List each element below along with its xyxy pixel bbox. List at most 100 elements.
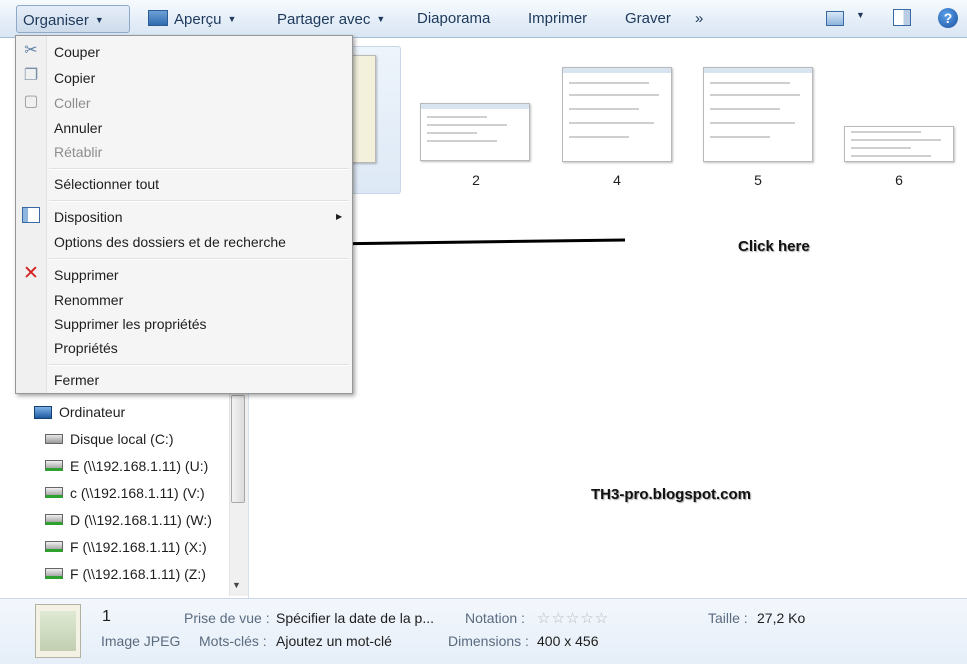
nav-item-label: D (\\192.168.1.11) (W:)	[70, 512, 212, 528]
menu-item-properties[interactable]: Propriétés	[54, 337, 118, 359]
menu-item-copy[interactable]: Copier	[54, 67, 95, 89]
burn-button[interactable]: Graver	[619, 5, 677, 33]
tags-label: Mots-clés :	[199, 633, 267, 649]
details-file-type: Image JPEG	[101, 633, 181, 649]
arrow-shaft	[321, 238, 626, 246]
nav-item-drive-c[interactable]: Disque local (C:)	[45, 428, 173, 450]
nav-item-drive-v[interactable]: c (\\192.168.1.11) (V:)	[45, 482, 205, 504]
menu-item-folder-options[interactable]: Options des dossiers et de recherche	[54, 231, 286, 253]
nav-item-label: Disque local (C:)	[70, 431, 174, 447]
nav-item-label: c (\\192.168.1.11) (V:)	[70, 485, 205, 501]
change-view-icon[interactable]	[826, 11, 844, 26]
file-name-label[interactable]: 5	[728, 172, 788, 188]
details-thumbnail	[35, 604, 81, 658]
menu-separator	[49, 364, 349, 366]
thumbnail-line	[427, 124, 507, 126]
dimensions-label: Dimensions :	[448, 633, 529, 649]
tags-value[interactable]: Ajoutez un mot-clé	[276, 633, 392, 649]
layout-icon	[22, 207, 40, 223]
chevron-down-icon: ▼	[227, 14, 237, 24]
thumbnail-titlebar	[421, 104, 529, 109]
chevron-down-icon: ▼	[376, 14, 386, 24]
thumbnail-line	[710, 122, 795, 124]
scroll-down-icon[interactable]: ▼	[232, 580, 241, 590]
details-thumbnail-image	[40, 611, 76, 651]
nav-scrollbar-thumb[interactable]	[231, 395, 245, 503]
menu-item-rename[interactable]: Renommer	[54, 289, 123, 311]
thumbnail-titlebar	[563, 68, 671, 73]
nav-item-label: E (\\192.168.1.11) (U:)	[70, 458, 209, 474]
help-icon[interactable]: ?	[938, 8, 958, 28]
details-file-name: 1	[102, 608, 111, 625]
nav-item-drive-x[interactable]: F (\\192.168.1.11) (X:)	[45, 536, 207, 558]
menu-separator	[49, 200, 349, 202]
nav-item-label: F (\\192.168.1.11) (Z:)	[70, 566, 206, 582]
command-bar: Organiser ▼ Aperçu ▼ Partager avec ▼ Diapor…	[0, 0, 967, 38]
share-button[interactable]: Partager avec ▼	[271, 5, 391, 33]
computer-icon	[34, 406, 52, 419]
menu-item-paste[interactable]: Coller	[54, 92, 91, 114]
organize-button[interactable]: Organiser ▼	[16, 5, 130, 33]
menu-item-undo[interactable]: Annuler	[54, 117, 102, 139]
rating-stars[interactable]: ☆☆☆☆☆	[537, 609, 609, 627]
thumbnail-line	[427, 132, 477, 134]
slideshow-label: Diaporama	[417, 10, 491, 27]
nav-item-computer[interactable]: Ordinateur	[34, 401, 125, 423]
file-thumbnail[interactable]	[703, 67, 813, 162]
thumbnail-line	[851, 139, 941, 141]
menu-item-redo[interactable]: Rétablir	[54, 141, 102, 163]
network-drive-icon	[45, 487, 63, 498]
nav-item-drive-w[interactable]: D (\\192.168.1.11) (W:)	[45, 509, 212, 531]
chevron-down-icon[interactable]: ▼	[856, 10, 865, 20]
copy-icon: ❐	[23, 67, 39, 84]
thumbnail-line	[851, 131, 921, 133]
preview-label: Aperçu	[174, 11, 222, 28]
file-name-label[interactable]: 6	[869, 172, 929, 188]
click-here-annotation: Click here	[738, 238, 810, 255]
slideshow-button[interactable]: Diaporama	[411, 5, 496, 33]
thumbnail-line	[851, 147, 911, 149]
thumbnail-line	[710, 108, 780, 110]
file-name-label[interactable]: 2	[446, 172, 506, 188]
nav-item-drive-z[interactable]: F (\\192.168.1.11) (Z:)	[45, 563, 206, 585]
nav-item-label: Ordinateur	[59, 404, 126, 420]
thumbnail-line	[710, 136, 770, 138]
thumbnail-line	[851, 155, 931, 157]
nav-item-label: F (\\192.168.1.11) (X:)	[70, 539, 207, 555]
burn-label: Graver	[625, 10, 671, 27]
preview-icon	[148, 10, 168, 26]
menu-item-close[interactable]: Fermer	[54, 369, 99, 391]
menu-item-select-all[interactable]: Sélectionner tout	[54, 173, 159, 195]
menu-item-cut[interactable]: Couper	[54, 41, 100, 63]
organize-menu: ✂ Couper ❐ Copier ▢ Coller Annuler Rétab…	[15, 35, 353, 394]
preview-button[interactable]: Aperçu ▼	[142, 5, 242, 33]
date-taken-label: Prise de vue :	[184, 610, 270, 626]
preview-pane-icon[interactable]	[893, 9, 911, 26]
more-commands-button[interactable]: »	[689, 5, 709, 33]
size-value: 27,2 Ko	[757, 610, 806, 626]
file-thumbnail[interactable]	[844, 126, 954, 162]
nav-item-drive-u[interactable]: E (\\192.168.1.11) (U:)	[45, 455, 208, 477]
network-drive-icon	[45, 514, 63, 525]
size-label: Taille :	[708, 610, 748, 626]
thumbnail-line	[569, 122, 654, 124]
menu-item-remove-properties[interactable]: Supprimer les propriétés	[54, 313, 207, 335]
date-taken-value[interactable]: Spécifier la date de la p...	[276, 610, 434, 626]
file-name-label[interactable]: 4	[587, 172, 647, 188]
delete-icon: ✕	[23, 263, 39, 284]
paste-icon: ▢	[23, 93, 39, 110]
share-label: Partager avec	[277, 11, 371, 28]
print-button[interactable]: Imprimer	[522, 5, 593, 33]
thumbnail-line	[569, 136, 629, 138]
thumbnail-line	[569, 82, 649, 84]
file-thumbnail[interactable]	[420, 103, 530, 161]
thumbnail-line	[710, 82, 790, 84]
chevron-down-icon: ▼	[94, 15, 104, 25]
thumbnail-line	[569, 94, 659, 96]
dimensions-value: 400 x 456	[537, 633, 599, 649]
local-disk-icon	[45, 434, 63, 444]
file-thumbnail[interactable]	[562, 67, 672, 162]
menu-item-layout[interactable]: Disposition	[54, 206, 122, 228]
menu-separator	[49, 258, 349, 260]
menu-item-delete[interactable]: Supprimer	[54, 264, 119, 286]
